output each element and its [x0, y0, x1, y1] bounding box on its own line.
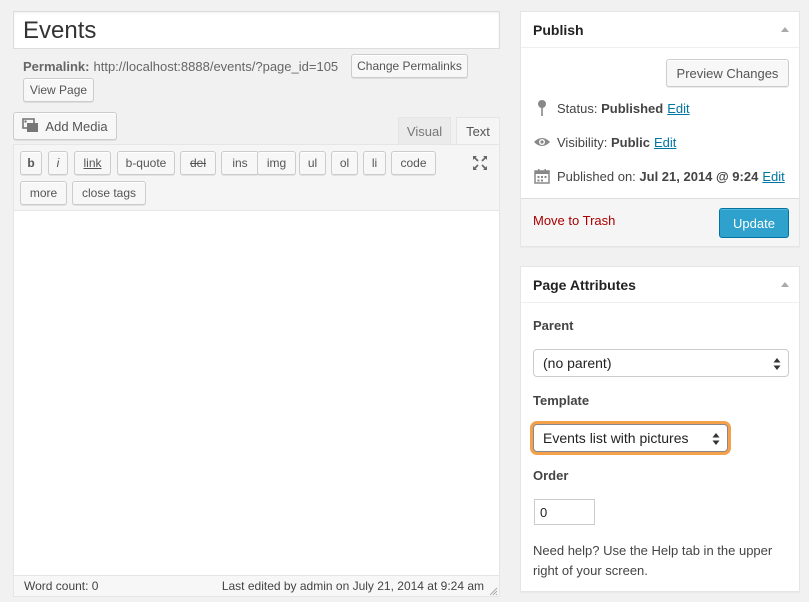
update-button[interactable]: Update	[719, 208, 789, 238]
qt-del-button[interactable]: del	[180, 151, 216, 175]
qt-link-button[interactable]: link	[74, 151, 111, 175]
parent-select-value: (no parent)	[543, 355, 612, 371]
content-textarea[interactable]	[14, 211, 499, 575]
pin-icon	[533, 99, 551, 117]
media-icon	[22, 118, 40, 134]
select-arrows-icon	[773, 357, 781, 371]
visibility-label: Visibility:	[557, 134, 608, 150]
edit-date-link[interactable]: Edit	[762, 169, 784, 184]
order-input[interactable]: 0	[534, 499, 595, 525]
publish-box: Publish Preview Changes Status: Publishe…	[520, 11, 800, 247]
editor: b i link b-quote del ins img ul ol li co…	[13, 144, 500, 597]
page-attributes-header[interactable]: Page Attributes	[521, 267, 799, 303]
publish-actions: Move to Trash Update	[521, 198, 799, 246]
permalink-label: Permalink:	[23, 58, 90, 74]
template-label: Template	[533, 393, 590, 408]
publish-box-title: Publish	[533, 21, 584, 38]
visibility-row: Visibility: Public Edit	[533, 132, 676, 152]
qt-bquote-button[interactable]: b-quote	[117, 151, 175, 175]
template-select[interactable]: Events list with pictures	[533, 424, 728, 452]
template-select-value: Events list with pictures	[543, 430, 689, 446]
published-on-value: Jul 21, 2014 @ 9:24	[639, 168, 759, 184]
collapse-arrow-icon[interactable]	[781, 282, 789, 287]
published-on-row: Published on: Jul 21, 2014 @ 9:24 Edit	[533, 166, 785, 186]
qt-img-button[interactable]: img	[257, 151, 296, 175]
add-media-label: Add Media	[45, 118, 108, 134]
permalink-row: Permalink: http://localhost:8888/events/…	[23, 55, 338, 77]
page-attributes-box: Page Attributes Parent (no parent) Templ…	[520, 266, 800, 592]
parent-select[interactable]: (no parent)	[533, 349, 789, 377]
last-edited: Last edited by admin on July 21, 2014 at…	[221, 579, 484, 593]
page-attributes-title: Page Attributes	[533, 276, 636, 293]
qt-code-button[interactable]: code	[391, 151, 436, 175]
visibility-value: Public	[610, 134, 650, 150]
editor-statusbar: Word count: 0 Last edited by admin on Ju…	[14, 575, 499, 596]
preview-changes-button[interactable]: Preview Changes	[666, 59, 789, 87]
published-on-label: Published on:	[557, 168, 636, 184]
permalink-url[interactable]: http://localhost:8888/events/?page_id=10…	[93, 59, 338, 74]
status-label: Status:	[557, 100, 598, 116]
eye-icon	[533, 133, 551, 151]
qt-close-tags-button[interactable]: close tags	[72, 181, 146, 205]
parent-label: Parent	[533, 318, 574, 333]
qt-italic-button[interactable]: i	[48, 151, 68, 175]
qt-bold-button[interactable]: b	[20, 151, 42, 175]
qt-ol-button[interactable]: ol	[331, 151, 358, 175]
collapse-arrow-icon[interactable]	[781, 27, 789, 32]
order-label: Order	[533, 468, 569, 483]
calendar-icon	[533, 167, 551, 185]
view-page-button[interactable]: View Page	[23, 78, 94, 102]
help-text: Need help? Use the Help tab in the upper…	[533, 543, 773, 578]
qt-more-button[interactable]: more	[20, 181, 67, 205]
select-arrows-icon	[712, 432, 720, 446]
tab-text[interactable]: Text	[456, 117, 500, 145]
post-title-input[interactable]: Events	[13, 11, 500, 49]
status-row: Status: Published Edit	[533, 98, 690, 118]
edit-visibility-link[interactable]: Edit	[654, 135, 676, 150]
add-media-button[interactable]: Add Media	[13, 112, 117, 140]
publish-box-header[interactable]: Publish	[521, 12, 799, 48]
change-permalinks-button[interactable]: Change Permalinks	[351, 54, 468, 78]
move-to-trash-link[interactable]: Move to Trash	[533, 213, 615, 228]
resize-handle-icon[interactable]	[488, 585, 498, 596]
qt-ul-button[interactable]: ul	[299, 151, 326, 175]
fullscreen-icon[interactable]	[471, 154, 489, 172]
word-count: Word count: 0	[24, 579, 99, 593]
tab-visual[interactable]: Visual	[398, 117, 451, 145]
qt-li-button[interactable]: li	[363, 151, 386, 175]
status-value: Published	[601, 100, 664, 116]
qt-ins-button[interactable]: ins	[221, 151, 259, 175]
quicktags-toolbar: b i link b-quote del ins img ul ol li co…	[14, 145, 499, 211]
edit-status-link[interactable]: Edit	[667, 101, 689, 116]
